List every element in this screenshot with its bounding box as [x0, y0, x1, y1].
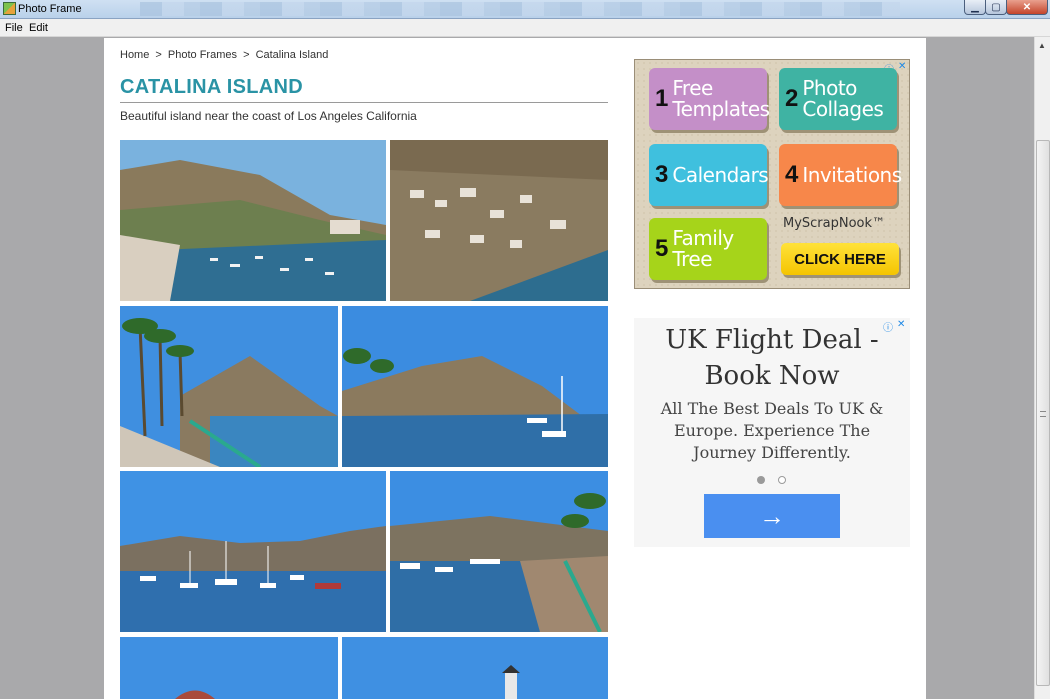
- ad-uk-flight[interactable]: ⓘ ✕ UK Flight Deal - Book Now All The Be…: [634, 318, 910, 547]
- minimize-button[interactable]: ▁: [964, 0, 986, 15]
- ad-body-text: All The Best Deals To UK & Europe. Exper…: [660, 399, 884, 462]
- photo-pier-and-rocks[interactable]: [390, 471, 608, 632]
- photo-bay-with-boats[interactable]: [342, 306, 608, 467]
- page-description: Beautiful island near the coast of Los A…: [120, 109, 417, 123]
- carousel-dot[interactable]: [778, 476, 786, 484]
- tile-family-tree[interactable]: 5 Family Tree: [649, 218, 767, 280]
- maximize-button[interactable]: ▢: [985, 0, 1007, 15]
- click-here-button[interactable]: CLICK HERE: [781, 243, 899, 275]
- tile-calendars[interactable]: 3 Calendars: [649, 144, 769, 206]
- photo-anchored-sailboats[interactable]: [120, 471, 386, 632]
- breadcrumb-separator: >: [243, 49, 250, 61]
- breadcrumb-current: Catalina Island: [255, 49, 329, 61]
- ad-scrapnook[interactable]: ⓘ ✕ 1 Free Templates 2 Photo Collages 3 …: [634, 59, 910, 289]
- breadcrumb: Home > Photo Frames > Catalina Island: [120, 49, 331, 61]
- photo-casino-dome[interactable]: [120, 637, 338, 699]
- photo-harbor-overview[interactable]: [120, 140, 386, 301]
- tile-number: 4: [785, 161, 799, 188]
- web-page: Home > Photo Frames > Catalina Island CA…: [104, 38, 926, 699]
- tile-invitations[interactable]: 4 Invitations: [779, 144, 902, 206]
- tile-free-templates[interactable]: 1 Free Templates: [649, 68, 770, 130]
- menu-edit[interactable]: Edit: [29, 22, 48, 34]
- grip-icon: [1040, 411, 1046, 417]
- scrollbar-thumb[interactable]: [1036, 140, 1050, 686]
- tile-label: Photo Collages: [802, 76, 884, 121]
- tile-number: 2: [785, 85, 799, 112]
- vertical-scrollbar[interactable]: ▲: [1034, 37, 1050, 699]
- brand-logo: MyScrapNook™: [783, 216, 886, 231]
- photo-palm-promenade[interactable]: [120, 306, 338, 467]
- tile-label: Calendars: [672, 162, 769, 187]
- scroll-up-icon[interactable]: ▲: [1038, 41, 1046, 50]
- titlebar-background: [140, 2, 900, 16]
- tile-label: Free Templates: [672, 76, 770, 121]
- close-button[interactable]: ✕: [1006, 0, 1048, 15]
- ad-headline[interactable]: UK Flight Deal - Book Now: [634, 322, 910, 394]
- window-title: Photo Frame: [18, 3, 82, 15]
- tile-number: 1: [655, 85, 669, 112]
- menu-bar: File Edit: [0, 19, 1050, 37]
- breadcrumb-photo-frames[interactable]: Photo Frames: [168, 49, 237, 61]
- tile-label: Family Tree: [672, 226, 734, 271]
- menu-file[interactable]: File: [5, 22, 23, 34]
- page-title: CATALINA ISLAND: [120, 76, 303, 98]
- title-divider: [120, 102, 608, 103]
- tile-number: 5: [655, 235, 669, 262]
- breadcrumb-separator: >: [155, 49, 162, 61]
- photo-lighthouse-tower[interactable]: [342, 637, 608, 699]
- window-titlebar: Photo Frame ▁ ▢ ✕: [0, 0, 1050, 19]
- photo-town-hillside[interactable]: [390, 140, 608, 301]
- tile-label: Invitations: [802, 162, 902, 187]
- app-icon: [3, 2, 16, 15]
- carousel-dot-active[interactable]: [757, 476, 765, 484]
- ad-close-icon[interactable]: ✕: [898, 61, 906, 72]
- tile-number: 3: [655, 161, 669, 188]
- breadcrumb-home[interactable]: Home: [120, 49, 149, 61]
- tile-photo-collages[interactable]: 2 Photo Collages: [779, 68, 897, 130]
- arrow-right-button[interactable]: →: [704, 494, 840, 538]
